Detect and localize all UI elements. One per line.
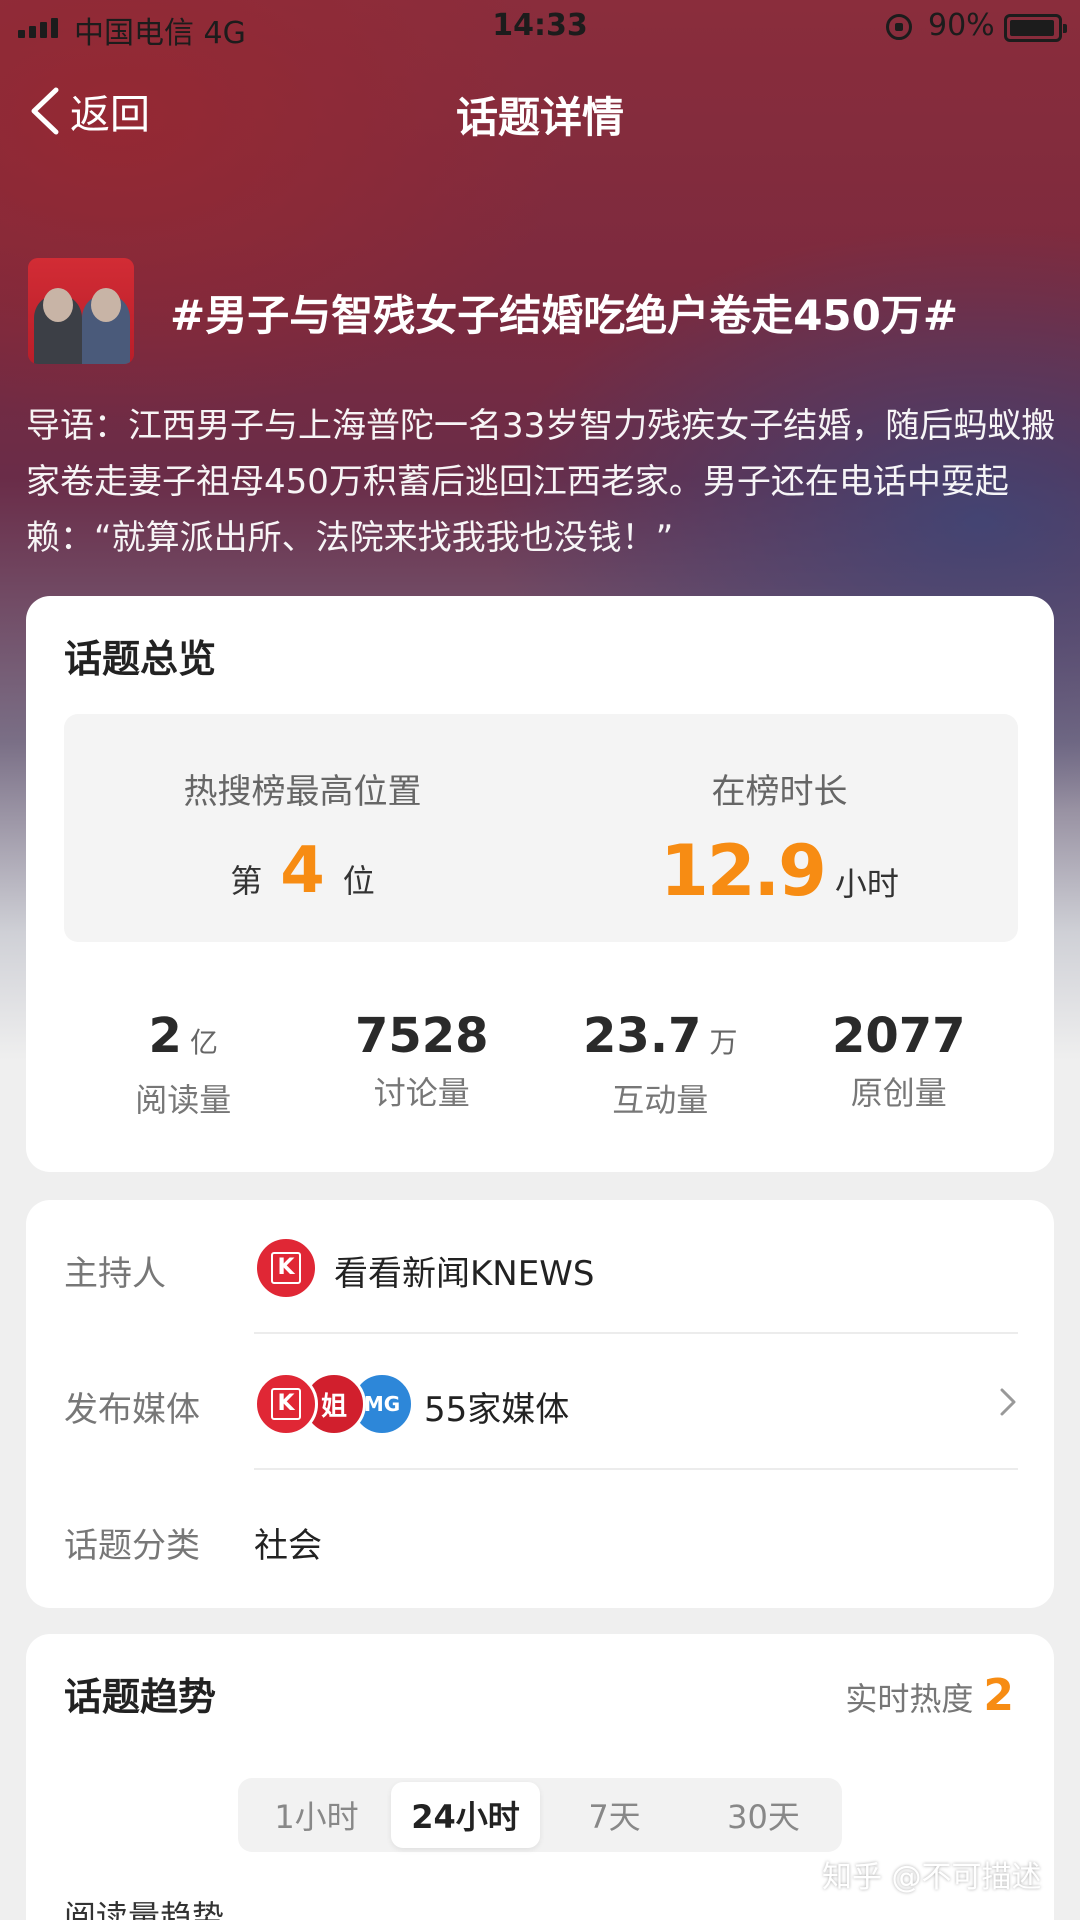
host-row[interactable]: 主持人 K 看看新闻KNEWS bbox=[64, 1200, 1018, 1334]
chevron-right-icon bbox=[1000, 1388, 1016, 1416]
rank-panel: 热搜榜最高位置 第 4 位 在榜时长 12.9 小时 bbox=[64, 714, 1018, 942]
tab-1h[interactable]: 1小时 bbox=[242, 1782, 391, 1848]
rotation-lock-icon bbox=[886, 14, 912, 40]
overview-heading: 话题总览 bbox=[64, 637, 217, 681]
rank-suffix: 位 bbox=[342, 862, 375, 900]
media-value: 55家媒体 bbox=[424, 1390, 570, 1430]
rank-value: 4 bbox=[280, 834, 325, 908]
duration-value: 12.9 bbox=[660, 830, 827, 912]
stat-value: 2 bbox=[148, 1008, 182, 1064]
tab-30d[interactable]: 30天 bbox=[689, 1782, 838, 1848]
read-trend-heading: 阅读量趋势 bbox=[64, 1898, 225, 1920]
stat-label: 阅读量 bbox=[135, 1081, 232, 1119]
category-value: 社会 bbox=[254, 1526, 322, 1566]
topic-title: #男子与智残女子结婚吃绝户卷走450万# bbox=[170, 291, 959, 340]
tab-7d[interactable]: 7天 bbox=[540, 1782, 689, 1848]
trend-tabs: 1小时 24小时 7天 30天 bbox=[238, 1778, 842, 1852]
rank-label: 热搜榜最高位置 bbox=[183, 772, 422, 812]
nav-bar: 返回 话题详情 bbox=[0, 68, 1080, 148]
stat-label: 互动量 bbox=[612, 1081, 709, 1119]
tab-24h[interactable]: 24小时 bbox=[391, 1782, 540, 1848]
topic-image bbox=[28, 258, 134, 364]
category-label: 话题分类 bbox=[64, 1526, 200, 1566]
host-label: 主持人 bbox=[64, 1254, 166, 1294]
stat-value: 23.7 bbox=[583, 1008, 702, 1064]
knews-logo-icon: K bbox=[254, 1236, 318, 1300]
media-row[interactable]: 发布媒体 MG 姐 K 55家媒体 bbox=[64, 1336, 1018, 1470]
media-label: 发布媒体 bbox=[64, 1390, 200, 1430]
battery-percent: 90% bbox=[928, 8, 995, 43]
page-title: 话题详情 bbox=[455, 93, 624, 142]
rank-column: 热搜榜最高位置 第 4 位 bbox=[64, 764, 541, 908]
duration-label: 在榜时长 bbox=[711, 772, 848, 812]
stat-label: 讨论量 bbox=[373, 1074, 470, 1112]
rank-prefix: 第 bbox=[230, 862, 263, 900]
duration-suffix: 小时 bbox=[834, 865, 899, 903]
stat-value: 2077 bbox=[831, 1008, 966, 1064]
stats-row: 2亿 阅读量 7528 讨论量 23.7 万 互动量 2077 原创量 bbox=[64, 1008, 1018, 1128]
watermark: 知乎 @不可描述 bbox=[822, 1860, 1042, 1895]
topic-intro: 导语：江西男子与上海普陀一名33岁智力残疾女子结婚，随后蚂蚁搬家卷走妻子祖母45… bbox=[26, 406, 1056, 558]
realtime-label: 实时热度 bbox=[845, 1680, 974, 1718]
stat-originals: 2077 原创量 bbox=[780, 1008, 1019, 1128]
category-row: 话题分类 社会 bbox=[64, 1472, 1018, 1606]
stat-label: 原创量 bbox=[850, 1074, 947, 1112]
host-value: 看看新闻KNEWS bbox=[334, 1254, 595, 1294]
stat-discussions: 7528 讨论量 bbox=[303, 1008, 542, 1128]
realtime-value: 2 bbox=[983, 1670, 1014, 1721]
stat-unit: 万 bbox=[709, 1026, 738, 1059]
duration-column: 在榜时长 12.9 小时 bbox=[541, 764, 1018, 912]
info-card: 主持人 K 看看新闻KNEWS 发布媒体 MG 姐 K 55家媒体 话题分类 社… bbox=[26, 1200, 1054, 1608]
divider bbox=[254, 1332, 1018, 1334]
overview-card: 话题总览 热搜榜最高位置 第 4 位 在榜时长 12.9 小时 2亿 阅读量 7… bbox=[26, 596, 1054, 1172]
divider bbox=[254, 1468, 1018, 1470]
stat-interactions: 23.7 万 互动量 bbox=[541, 1008, 780, 1128]
status-time: 14:33 bbox=[492, 8, 588, 43]
status-bar: 中国电信 4G 14:33 90% bbox=[0, 0, 1080, 54]
stat-value: 7528 bbox=[354, 1008, 489, 1064]
stat-reads: 2亿 阅读量 bbox=[64, 1008, 303, 1128]
trend-heading: 话题趋势 bbox=[64, 1675, 217, 1719]
battery-icon bbox=[1004, 14, 1067, 42]
stat-unit: 亿 bbox=[189, 1026, 218, 1059]
realtime-heat: 实时热度 2 bbox=[845, 1670, 1014, 1721]
knews-logo-icon: K bbox=[254, 1372, 318, 1436]
